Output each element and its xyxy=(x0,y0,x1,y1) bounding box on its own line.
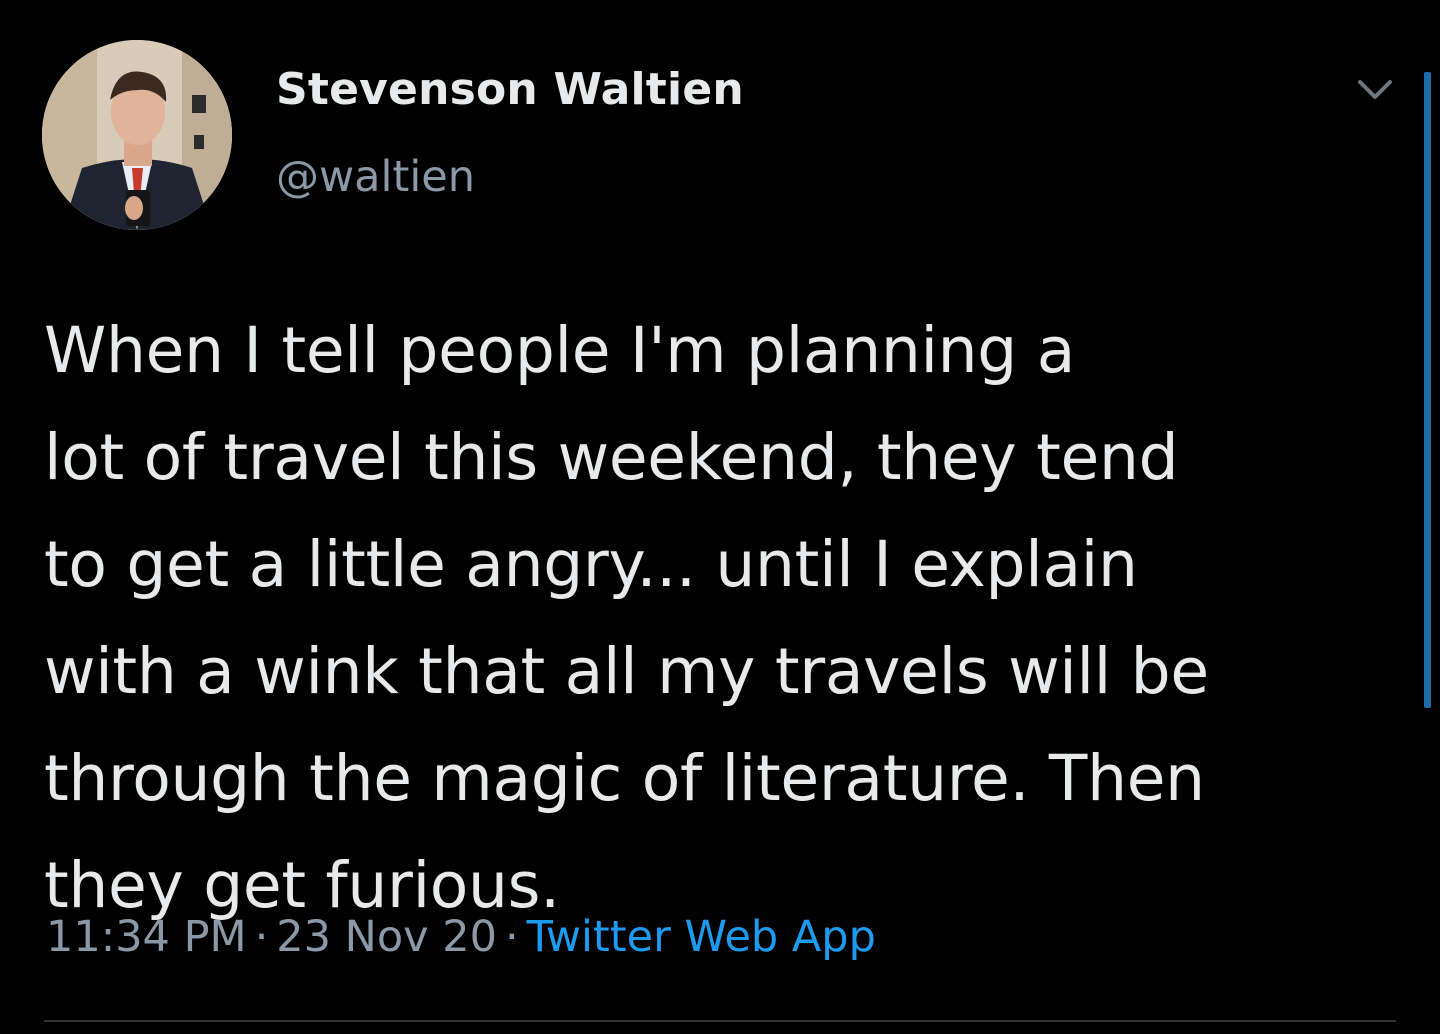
meta-separator: · xyxy=(505,912,519,962)
author-handle[interactable]: @waltien xyxy=(276,152,475,202)
avatar[interactable] xyxy=(42,40,232,230)
tweet-text: When I tell people I'm planning a lot of… xyxy=(44,314,1209,922)
meta-separator: · xyxy=(254,912,269,962)
tweet-card: Stevenson Waltien @waltien When I tell p… xyxy=(0,0,1440,1034)
tweet-date[interactable]: 23 Nov 20 xyxy=(276,912,497,962)
chevron-down-icon[interactable] xyxy=(1356,76,1394,104)
tweet-meta: 11:34 PM · 23 Nov 20 · Twitter Web App xyxy=(46,912,876,962)
tweet-source-link[interactable]: Twitter Web App xyxy=(527,912,876,962)
author-display-name[interactable]: Stevenson Waltien xyxy=(276,64,744,115)
scrollbar[interactable] xyxy=(1424,72,1431,708)
avatar-photo xyxy=(42,40,232,230)
divider xyxy=(44,1020,1396,1022)
tweet-time[interactable]: 11:34 PM xyxy=(46,912,247,962)
